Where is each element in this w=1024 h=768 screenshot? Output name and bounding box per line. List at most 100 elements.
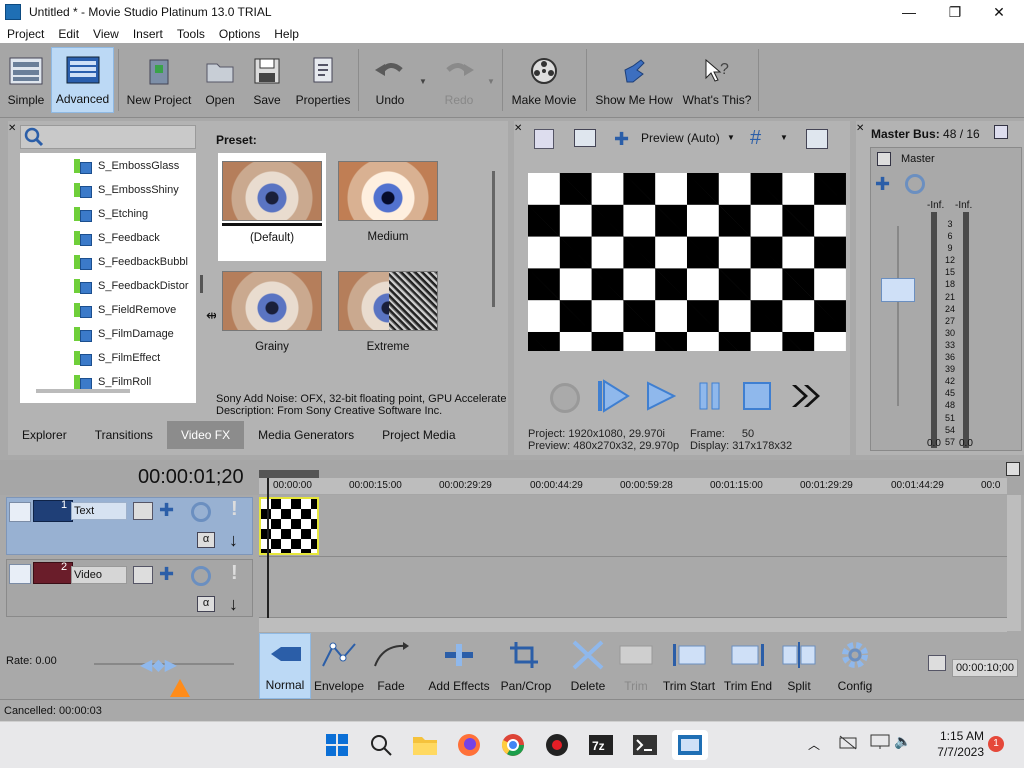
save-button[interactable]: Save [246,47,288,113]
timeline-horizontal-scrollbar[interactable] [259,618,1007,632]
time-ruler[interactable]: 00:00:00 00:00:15:00 00:00:29:29 00:00:4… [259,478,1007,494]
panel-close-icon[interactable]: ✕ [856,123,864,134]
play-icon[interactable] [646,381,677,411]
maximize-button[interactable]: ❐ [932,0,978,24]
tree-vertical-scrollbar[interactable] [200,275,203,293]
add-effects-button[interactable]: Add Effects [426,633,492,699]
trim-end-button[interactable]: Trim End [722,633,774,699]
mute-track-icon[interactable] [191,502,211,522]
tree-horizontal-scrollbar[interactable] [36,389,130,393]
solo-track-icon[interactable]: ! [231,498,238,521]
solo-track-icon[interactable]: ! [231,562,238,585]
preview-quality-dropdown[interactable]: Preview (Auto) [641,131,720,145]
tab-media-generators[interactable]: Media Generators [244,421,368,449]
mute-track-icon[interactable] [191,566,211,586]
make-movie-button[interactable]: Make Movie [508,47,580,113]
movie-studio-taskbar-icon[interactable] [672,730,708,760]
tree-item[interactable]: S_FeedbackDistor [72,274,189,298]
menu-insert[interactable]: Insert [126,27,170,41]
tab-video-fx[interactable]: Video FX [166,421,245,449]
firefox-icon[interactable] [454,730,484,760]
new-project-button[interactable]: New Project [124,47,194,113]
7zip-icon[interactable]: 7z [586,730,616,760]
mixer-options-icon[interactable] [994,125,1008,139]
track-header-text[interactable]: 1 Text ✚ ! α ↓ [6,497,253,555]
track-lane-text[interactable] [259,495,1007,557]
timeline-vertical-scrollbar[interactable] [1007,495,1021,631]
track-motion-icon[interactable] [133,566,153,584]
tree-item[interactable]: S_FilmDamage [72,322,174,346]
advanced-button[interactable]: Advanced [51,47,114,113]
video-output-icon[interactable] [534,129,554,149]
split-button[interactable]: Split [778,633,820,699]
make-child-track-icon[interactable]: ↓ [229,530,238,551]
undo-button[interactable]: Undo [366,47,414,113]
notification-badge[interactable]: 1 [988,736,1004,752]
compositing-mode-icon[interactable]: α [197,596,215,612]
minimize-button[interactable]: — [886,0,932,24]
tree-item[interactable]: S_FieldRemove [72,298,176,322]
track-lane-video[interactable] [259,558,1007,618]
envelope-tool-button[interactable]: Envelope [313,633,365,699]
volume-icon[interactable]: 🔈 [894,733,911,750]
playhead-cursor[interactable] [267,478,269,618]
display-icon[interactable] [870,734,890,750]
move-icon[interactable]: ✚ [614,129,629,150]
screen-recorder-icon[interactable] [542,730,572,760]
show-me-how-button[interactable]: Show Me How [592,47,676,113]
tab-explorer[interactable]: Explorer [8,421,81,449]
marker-icon[interactable] [1006,462,1020,476]
preset-scrollbar[interactable] [492,171,495,307]
preset-medium[interactable]: Medium [334,153,442,261]
whats-this-button[interactable]: ? What's This? [680,47,754,113]
track-fx-icon[interactable]: ✚ [159,500,174,521]
network-icon[interactable] [838,734,858,750]
loop-region-bar[interactable] [259,470,319,478]
terminal-icon[interactable] [630,730,660,760]
menu-view[interactable]: View [86,27,126,41]
stop-icon[interactable] [742,381,772,411]
file-explorer-icon[interactable] [410,730,440,760]
undo-dropdown-icon[interactable]: ▼ [419,77,427,86]
menu-edit[interactable]: Edit [51,27,86,41]
trim-start-button[interactable]: Trim Start [662,633,716,699]
tree-item[interactable]: S_Feedback [72,226,160,250]
chevron-down-icon[interactable]: ▼ [780,133,788,142]
play-from-start-icon[interactable] [598,379,630,413]
pan-crop-button[interactable]: Pan/Crop [496,633,556,699]
tree-item[interactable]: S_Etching [72,202,148,226]
track-collapse-icon[interactable] [9,502,31,522]
preset-default[interactable]: (Default) [218,153,326,261]
track-collapse-icon[interactable] [9,564,31,584]
tree-item[interactable]: S_FeedbackBubbl [72,250,188,274]
mute-icon[interactable] [905,174,925,194]
duration-display[interactable]: 00:00:10;00 [952,659,1018,677]
volume-fader[interactable] [881,278,915,302]
simple-button[interactable]: Simple [2,47,50,113]
track-motion-icon[interactable] [133,502,153,520]
windows-start-icon[interactable] [322,730,352,760]
fade-tool-button[interactable]: Fade [369,633,413,699]
next-frame-icon[interactable] [790,383,822,409]
redo-button[interactable]: Redo [436,47,482,113]
redo-dropdown-icon[interactable]: ▼ [487,77,495,86]
overlays-grid-icon[interactable]: # [750,127,761,150]
menu-options[interactable]: Options [212,27,267,41]
chevron-up-icon[interactable]: ︿ [808,736,820,753]
menu-tools[interactable]: Tools [170,27,212,41]
track-fx-icon[interactable]: ✚ [159,564,174,585]
panel-close-icon[interactable]: ✕ [514,123,522,134]
delete-button[interactable]: Delete [566,633,610,699]
open-button[interactable]: Open [198,47,242,113]
properties-button[interactable]: Properties [292,47,354,113]
tab-transitions[interactable]: Transitions [81,421,167,449]
chrome-icon[interactable] [498,730,528,760]
taskbar-clock[interactable]: 1:15 AM 7/7/2023 [920,728,984,760]
track-name-field[interactable]: Video [71,566,127,584]
shuttle-handle-icon[interactable]: ◀◆▶ [140,655,177,675]
search-icon[interactable] [366,730,396,760]
preset-extreme[interactable]: Extreme [334,263,442,371]
config-button[interactable]: Config [832,633,878,699]
make-child-track-icon[interactable]: ↓ [229,594,238,615]
chevron-down-icon[interactable]: ▼ [727,133,735,142]
